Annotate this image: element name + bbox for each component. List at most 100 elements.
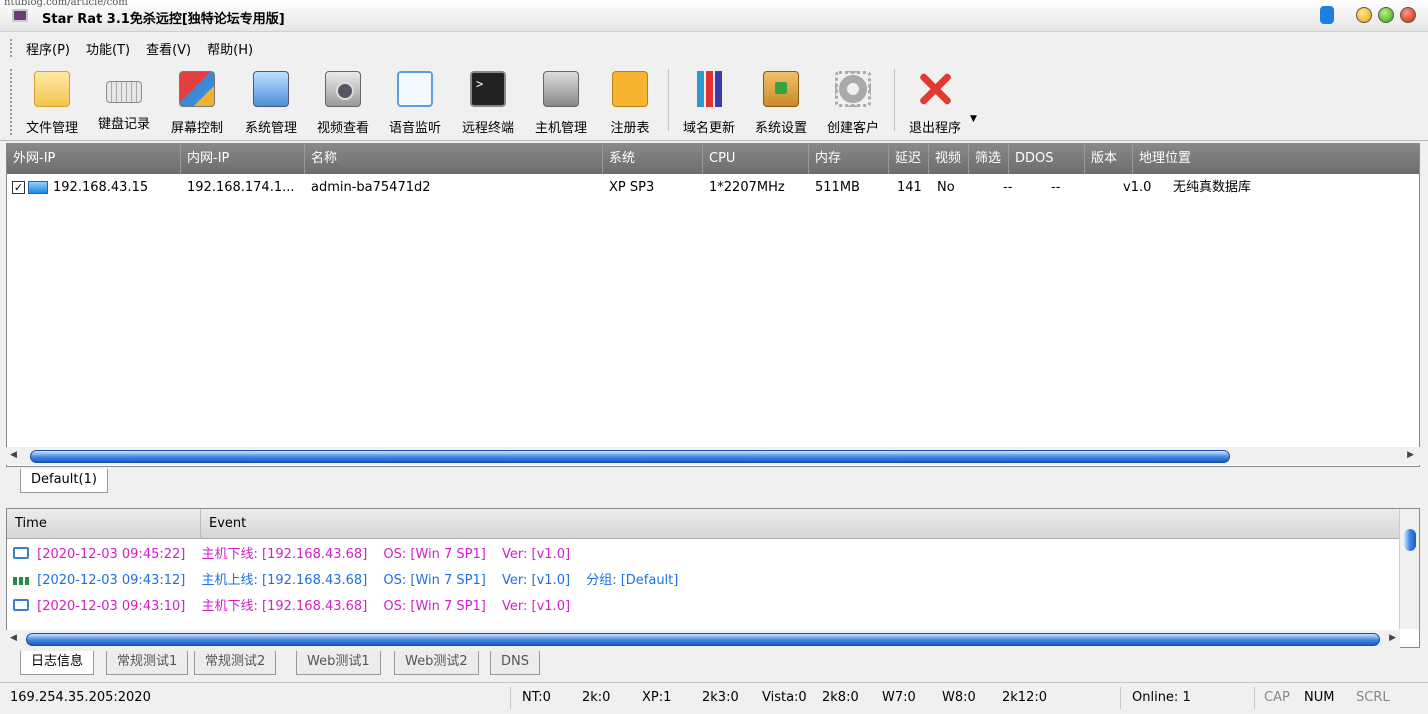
domain-update-label: 域名更新 [682, 121, 735, 136]
pin-icon[interactable] [1320, 6, 1334, 24]
toolbar-dropdown-arrow[interactable]: ▼ [970, 114, 977, 124]
column-external-ip[interactable]: 外网-IP [7, 144, 181, 174]
host-manage-button[interactable]: 主机管理 [526, 69, 596, 139]
scroll-left-arrow-icon[interactable]: ◀ [10, 633, 17, 643]
menu-function[interactable]: 功能(T) [86, 39, 130, 58]
host-list: 外网-IP 内网-IP 名称 系统 CPU 内存 延迟 视频 筛选 DDOS 版… [6, 143, 1420, 467]
status-separator [1120, 687, 1121, 709]
tab-general-test-1[interactable]: 常规测试1 [106, 651, 189, 675]
registry-button[interactable]: 注册表 [600, 69, 660, 139]
log-event: 主机下线: [192.168.43.68] [201, 599, 368, 614]
server-icon [543, 71, 579, 107]
toolbar-separator [894, 69, 895, 131]
status-online-count: Online: 1 [1132, 690, 1191, 705]
screen-control-button[interactable]: 屏幕控制 [162, 69, 232, 139]
column-video[interactable]: 视频 [929, 144, 969, 174]
tab-web-test-1[interactable]: Web测试1 [296, 651, 381, 675]
status-vista: Vista:0 [762, 690, 807, 705]
log-column-time[interactable]: Time [7, 509, 201, 539]
close-x-icon [917, 71, 953, 107]
column-filter[interactable]: 筛选 [969, 144, 1009, 174]
title-bar: ntublog.com/article/com Star Rat 3.1免杀远控… [0, 0, 1428, 32]
column-os[interactable]: 系统 [603, 144, 703, 174]
log-panel: Time Event [2020-12-03 09:45:22] 主机下线: [… [6, 508, 1420, 648]
log-time: [2020-12-03 09:43:12] [37, 573, 186, 588]
status-w8: W8:0 [942, 690, 976, 705]
log-tab-strip: 日志信息 常规测试1 常规测试2 Web测试1 Web测试2 DNS [6, 651, 1420, 677]
tab-log-info[interactable]: 日志信息 [20, 651, 95, 675]
system-manage-button[interactable]: 系统管理 [236, 69, 306, 139]
log-hscroll-thumb[interactable] [26, 633, 1380, 646]
host-name: admin-ba75471d2 [311, 180, 431, 195]
log-event: 主机下线: [192.168.43.68] [201, 547, 368, 562]
host-checkbox[interactable]: ✓ [12, 181, 25, 194]
column-name[interactable]: 名称 [305, 144, 603, 174]
log-scrollbar-thumb[interactable] [1404, 529, 1416, 551]
scroll-left-arrow-icon[interactable]: ◀ [10, 450, 17, 460]
app-icon [12, 9, 28, 22]
log-column-event[interactable]: Event [201, 509, 1399, 539]
minimize-button[interactable] [1356, 7, 1372, 23]
log-entry: [2020-12-03 09:43:12] 主机上线: [192.168.43.… [13, 570, 678, 592]
remote-terminal-label: 远程终端 [461, 121, 514, 136]
tab-default-group[interactable]: Default(1) [20, 469, 108, 493]
remote-terminal-button[interactable]: 远程终端 [452, 69, 524, 139]
voice-monitor-button[interactable]: 语音监听 [380, 69, 450, 139]
window-title: Star Rat 3.1免杀远控[独特论坛专用版] [42, 12, 285, 27]
log-version: Ver: [v1.0] [502, 573, 571, 588]
create-client-button[interactable]: 创建客户 [818, 69, 888, 139]
host-row[interactable]: ✓ 192.168.43.15 192.168.174.1... admin-b… [7, 177, 1419, 199]
status-2k3: 2k3:0 [702, 690, 739, 705]
file-manager-button[interactable]: 文件管理 [18, 69, 86, 139]
settings-box-icon [763, 71, 799, 107]
host-online-icon [13, 577, 29, 585]
log-os: OS: [Win 7 SP1] [383, 547, 486, 562]
menu-view[interactable]: 查看(V) [146, 39, 191, 58]
status-cap: CAP [1264, 690, 1290, 705]
video-view-button[interactable]: 视频查看 [308, 69, 378, 139]
status-address: 169.254.35.205:2020 [10, 690, 151, 705]
system-manage-label: 系统管理 [244, 121, 297, 136]
column-version[interactable]: 版本 [1085, 144, 1133, 174]
system-manage-icon [253, 71, 289, 107]
column-location[interactable]: 地理位置 [1133, 144, 1419, 174]
exit-program-button[interactable]: 退出程序 [900, 69, 970, 139]
tab-web-test-2[interactable]: Web测试2 [394, 651, 479, 675]
menu-program[interactable]: 程序(P) [26, 39, 70, 58]
scroll-right-arrow-icon[interactable]: ▶ [1389, 633, 1396, 643]
column-latency[interactable]: 延迟 [889, 144, 929, 174]
column-internal-ip[interactable]: 内网-IP [181, 144, 305, 174]
menu-help[interactable]: 帮助(H) [207, 39, 253, 58]
log-time: [2020-12-03 09:45:22] [37, 547, 186, 562]
scroll-right-arrow-icon[interactable]: ▶ [1407, 450, 1414, 460]
column-ddos[interactable]: DDOS [1009, 144, 1085, 174]
maximize-button[interactable] [1378, 7, 1394, 23]
host-ddos: -- [1051, 180, 1061, 195]
domain-update-button[interactable]: 域名更新 [674, 69, 744, 139]
close-button[interactable] [1400, 7, 1416, 23]
keylogger-button[interactable]: 键盘记录 [90, 69, 158, 139]
status-2k: 2k:0 [582, 690, 611, 705]
screen-control-label: 屏幕控制 [170, 121, 223, 136]
log-version: Ver: [v1.0] [502, 547, 571, 562]
tab-general-test-2[interactable]: 常规测试2 [194, 651, 277, 675]
column-memory[interactable]: 内存 [809, 144, 889, 174]
log-vertical-scrollbar[interactable] [1399, 509, 1419, 629]
host-list-scrollbar[interactable]: ◀ ▶ [6, 447, 1420, 465]
scrollbar-thumb[interactable] [30, 450, 1230, 463]
log-horizontal-scrollbar[interactable]: ◀ ▶ [6, 630, 1400, 648]
column-cpu[interactable]: CPU [703, 144, 809, 174]
log-group: 分组: [Default] [586, 573, 679, 588]
host-os: XP SP3 [609, 180, 655, 195]
group-tab-strip: Default(1) [6, 469, 1420, 495]
screen-control-icon [179, 71, 215, 107]
toolbar: 文件管理 键盘记录 屏幕控制 系统管理 视频查看 语音监听 远程终端 主机管理 … [0, 63, 1428, 141]
system-settings-button[interactable]: 系统设置 [746, 69, 816, 139]
status-nt: NT:0 [522, 690, 551, 705]
keyboard-icon [106, 81, 142, 103]
tab-dns[interactable]: DNS [490, 651, 540, 675]
speech-bubble-icon [397, 71, 433, 107]
exit-program-label: 退出程序 [908, 121, 961, 136]
host-external-ip: 192.168.43.15 [53, 180, 149, 195]
bar-chart-icon [691, 71, 727, 107]
